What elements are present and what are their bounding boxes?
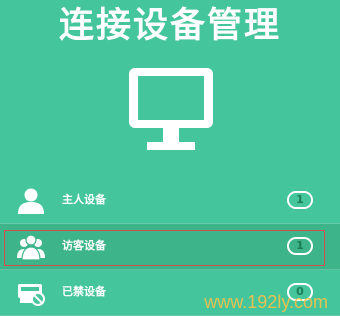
group-users-icon [17,234,45,261]
watermark-text: www.192ly.com [204,292,328,312]
device-count-badge: 1 [287,191,313,209]
device-row-label: 已禁设备 [62,285,106,298]
device-row-owner[interactable]: 主人设备 1 [0,178,340,224]
device-row-guest[interactable]: 访客设备 1 [0,224,340,270]
device-row-label: 访客设备 [62,239,106,252]
device-row-label: 主人设备 [62,193,106,206]
user-icon [18,188,44,214]
page-title: 连接设备管理 [58,6,281,46]
monitor-icon [129,68,213,150]
device-count-badge: 1 [287,237,313,255]
blocked-device-icon [18,284,45,306]
